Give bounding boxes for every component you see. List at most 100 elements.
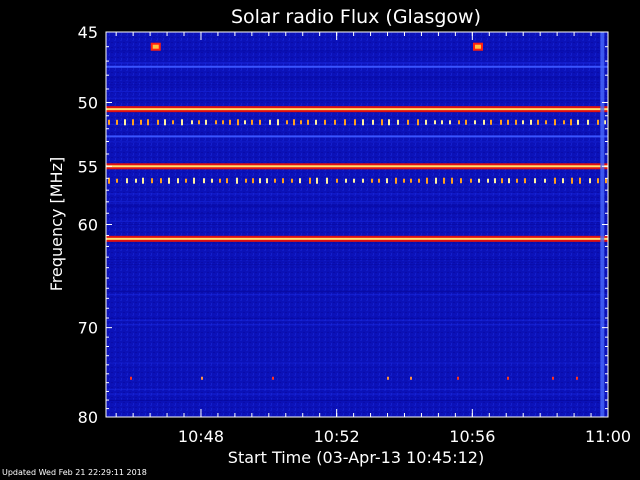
band-blip: [236, 177, 238, 184]
band-core: [106, 165, 608, 168]
band-blip: [251, 119, 253, 125]
band-blip: [387, 376, 389, 380]
band-blip: [460, 178, 462, 184]
band-blip: [554, 177, 556, 184]
band-blip: [522, 120, 524, 125]
band-blip: [198, 120, 200, 125]
band-blip: [142, 177, 144, 184]
band-blip: [326, 177, 328, 184]
band-blip: [362, 178, 364, 183]
background-streak: [106, 242, 608, 244]
band-blip: [252, 178, 254, 184]
band-blip: [435, 177, 437, 184]
band-blip: [300, 120, 302, 125]
band-blip: [266, 178, 268, 184]
band-blip: [269, 119, 271, 125]
band-blip: [244, 120, 246, 125]
background-streak: [106, 362, 608, 364]
band-blip: [395, 177, 397, 184]
background-streak: [106, 97, 608, 99]
band-blip: [211, 178, 213, 183]
band-blip: [577, 119, 579, 125]
background-streak: [106, 247, 608, 249]
band-blip: [410, 376, 412, 380]
background-streak: [106, 99, 608, 101]
band-blip: [576, 376, 578, 380]
background-streak: [106, 319, 608, 321]
band-blip: [410, 178, 412, 183]
band-blip: [516, 178, 518, 183]
background-streak: [106, 202, 608, 204]
band-blip: [371, 178, 373, 183]
background-streak: [106, 318, 608, 320]
band-blip: [474, 120, 476, 125]
band-blip: [458, 120, 460, 125]
band-blip: [554, 119, 556, 126]
band-blip: [147, 119, 149, 126]
band-blip: [116, 119, 118, 125]
band-blip: [354, 119, 356, 126]
band-blip: [286, 120, 288, 125]
band-blip: [316, 177, 318, 184]
band-blip: [544, 178, 546, 183]
background-streak: [106, 76, 608, 78]
band-blip: [500, 119, 502, 125]
band-blip: [451, 177, 453, 184]
band-blip: [579, 177, 581, 184]
band-blip: [334, 119, 336, 125]
y-tick-label: 70: [78, 319, 98, 338]
updated-footer: Updated Wed Feb 21 22:29:11 2018: [2, 468, 147, 477]
band-blip: [501, 178, 503, 184]
band-blip: [508, 178, 510, 184]
band-blip: [116, 178, 118, 183]
band-blip: [185, 178, 187, 183]
band-blip: [597, 119, 599, 125]
band-blip: [397, 119, 399, 125]
background-streak: [106, 223, 608, 225]
background-streak: [106, 285, 608, 287]
burst-core: [474, 44, 481, 49]
band-blip: [215, 120, 217, 125]
band-blip: [490, 119, 492, 125]
band-blip: [219, 178, 221, 183]
band-blip: [160, 178, 162, 184]
background-streak: [106, 205, 608, 207]
band-blip: [372, 119, 374, 125]
band-blip: [507, 376, 509, 380]
x-tick-label: 10:56: [449, 427, 495, 446]
band-blip: [417, 119, 419, 126]
background-streak: [106, 91, 608, 93]
background-streak: [106, 78, 608, 80]
band-blip: [388, 119, 390, 126]
band-blip: [407, 119, 409, 125]
band-blip: [345, 178, 347, 183]
band-blip: [403, 178, 405, 183]
band-blip: [470, 178, 472, 183]
y-tick-label: 50: [78, 94, 98, 113]
spectrogram-figure: Solar radio Flux (Glasgow) 455055607080 …: [47, 6, 631, 467]
band-blip: [537, 119, 539, 125]
band-blip: [507, 119, 509, 125]
band-blip: [457, 376, 459, 380]
band-blip: [378, 178, 380, 183]
background-streak: [106, 264, 608, 266]
band-blip: [336, 178, 338, 183]
band-blip: [441, 120, 443, 125]
band-blip: [151, 178, 153, 184]
band-blip: [205, 119, 207, 125]
background-streak: [106, 62, 608, 64]
band-blip: [487, 178, 489, 183]
band-blip: [515, 119, 517, 125]
x-tick-label: 10:48: [178, 427, 224, 446]
band-blip: [130, 376, 132, 380]
background-streak: [106, 203, 608, 205]
band-blip: [293, 119, 295, 126]
band-blip: [534, 178, 536, 184]
band-blip: [362, 119, 364, 126]
band-blip: [570, 119, 572, 126]
band-blip: [135, 178, 137, 183]
background-streak: [106, 213, 608, 215]
band-blip: [164, 119, 166, 126]
band-blip: [177, 178, 179, 184]
band-blip: [562, 178, 564, 184]
